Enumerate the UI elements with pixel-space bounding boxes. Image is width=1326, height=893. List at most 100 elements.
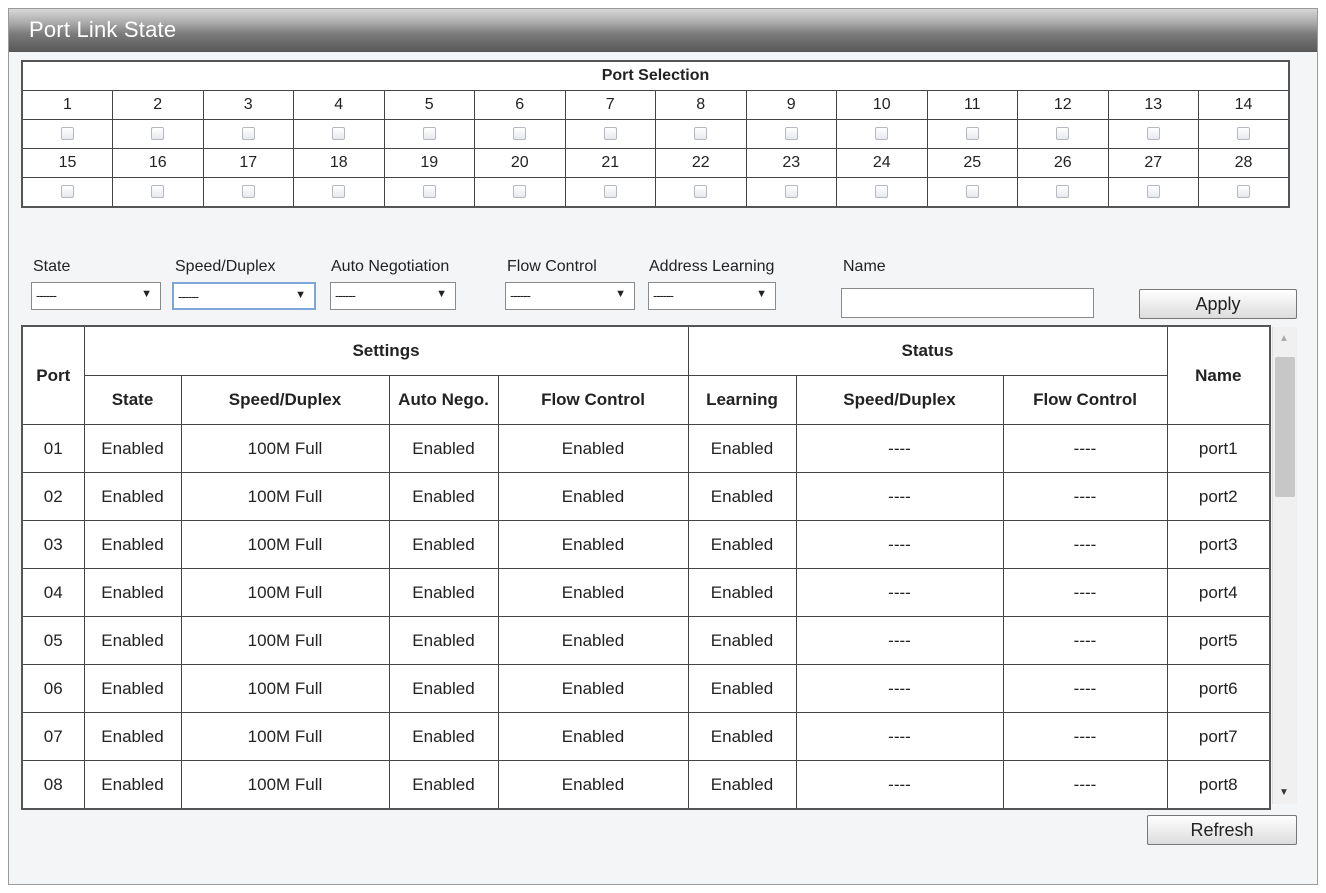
status-speed-duplex-cell: ----	[795, 712, 1004, 761]
flow-control-cell: Enabled	[497, 568, 689, 617]
status-speed-duplex-cell: ----	[795, 664, 1004, 713]
state-cell: Enabled	[83, 760, 182, 810]
port-selection-header: Port Selection	[21, 60, 1290, 91]
table-row: 04 Enabled 100M Full Enabled Enabled Enabled -…	[21, 568, 1271, 617]
port-number: 25	[926, 148, 1018, 178]
speed-duplex-select[interactable]: ------ ▼	[172, 282, 316, 310]
port-checkbox[interactable]	[1237, 185, 1250, 199]
table-row: 05 Enabled 100M Full Enabled Enabled Enabled -…	[21, 616, 1271, 665]
status-flow-control-cell: ----	[1002, 664, 1168, 713]
port-cell: 05	[21, 616, 85, 665]
status-flow-control-cell: ----	[1002, 568, 1168, 617]
col-flow-control: Flow Control	[497, 375, 689, 425]
port-checkbox[interactable]	[1146, 185, 1160, 199]
port-checkbox[interactable]	[241, 185, 255, 199]
speed-duplex-cell: 100M Full	[180, 664, 390, 713]
port-checkbox[interactable]	[151, 185, 165, 199]
flow-control-cell: Enabled	[497, 520, 689, 569]
address-learning-select-value: ------	[653, 288, 674, 303]
flow-control-select[interactable]: ------ ▼	[505, 282, 635, 310]
name-cell: port8	[1166, 760, 1271, 810]
port-checkbox[interactable]	[875, 185, 889, 199]
port-checkbox[interactable]	[513, 127, 527, 141]
port-checkbox[interactable]	[1237, 127, 1250, 141]
port-number: 9	[745, 90, 837, 120]
port-checkbox-cell	[1198, 119, 1290, 149]
port-number: 11	[926, 90, 1018, 120]
port-checkbox[interactable]	[151, 127, 165, 141]
port-checkbox[interactable]	[965, 185, 979, 199]
port-checkbox[interactable]	[61, 185, 74, 199]
port-checkbox[interactable]	[513, 185, 527, 199]
auto-nego-cell: Enabled	[388, 472, 499, 521]
port-checkbox[interactable]	[1056, 127, 1070, 141]
name-cell: port4	[1166, 568, 1271, 617]
port-selection-table: Port Selection 1 2 3 4 5 6 7 8 9 10 11 12 13 14 15 16 1…	[21, 60, 1290, 208]
port-number: 7	[564, 90, 656, 120]
port-checkbox[interactable]	[603, 185, 617, 199]
scrollbar-thumb[interactable]	[1275, 357, 1295, 497]
port-checkbox[interactable]	[694, 127, 708, 141]
port-checkbox-cell	[112, 177, 204, 208]
learning-cell: Enabled	[687, 424, 797, 473]
status-speed-duplex-cell: ----	[795, 616, 1004, 665]
learning-cell: Enabled	[687, 712, 797, 761]
status-flow-control-cell: ----	[1002, 712, 1168, 761]
auto-negotiation-select[interactable]: ------ ▼	[330, 282, 456, 310]
port-number: 24	[836, 148, 928, 178]
port-checkbox[interactable]	[603, 127, 617, 141]
port-checkbox[interactable]	[1056, 185, 1070, 199]
port-cell: 04	[21, 568, 85, 617]
table-row: 07 Enabled 100M Full Enabled Enabled Enabled -…	[21, 712, 1271, 761]
port-checkbox[interactable]	[332, 127, 346, 141]
name-cell: port3	[1166, 520, 1271, 569]
state-cell: Enabled	[83, 472, 182, 521]
port-checkbox-cell	[745, 119, 837, 149]
port-checkbox[interactable]	[1146, 127, 1160, 141]
status-speed-duplex-cell: ----	[795, 424, 1004, 473]
status-flow-control-cell: ----	[1002, 520, 1168, 569]
port-checkbox[interactable]	[241, 127, 255, 141]
speed-duplex-cell: 100M Full	[180, 712, 390, 761]
port-checkbox-cell	[564, 177, 656, 208]
port-checkbox-cell	[293, 119, 385, 149]
speed-duplex-cell: 100M Full	[180, 616, 390, 665]
state-cell: Enabled	[83, 712, 182, 761]
state-select[interactable]: ------ ▼	[31, 282, 161, 310]
status-flow-control-cell: ----	[1002, 760, 1168, 810]
state-select-value: ------	[36, 288, 57, 303]
status-speed-duplex-cell: ----	[795, 472, 1004, 521]
scroll-up-arrow-icon[interactable]: ▲	[1279, 333, 1289, 344]
port-checkbox[interactable]	[784, 127, 798, 141]
port-checkbox[interactable]	[61, 127, 74, 141]
address-learning-select[interactable]: ------ ▼	[648, 282, 776, 310]
port-checkbox[interactable]	[422, 185, 436, 199]
auto-nego-cell: Enabled	[388, 520, 499, 569]
port-checkbox[interactable]	[694, 185, 708, 199]
name-cell: port7	[1166, 712, 1271, 761]
port-number: 17	[202, 148, 294, 178]
address-learning-label: Address Learning	[649, 258, 775, 275]
apply-button[interactable]: Apply	[1139, 289, 1297, 319]
port-checkbox[interactable]	[422, 127, 436, 141]
port-number: 28	[1198, 148, 1290, 178]
status-speed-duplex-cell: ----	[795, 760, 1004, 810]
port-checkbox-cell	[474, 119, 566, 149]
table-scrollbar[interactable]: ▲ ▼	[1272, 327, 1297, 804]
auto-negotiation-select-value: ------	[335, 288, 356, 303]
scroll-down-arrow-icon[interactable]: ▼	[1279, 787, 1289, 798]
refresh-button[interactable]: Refresh	[1147, 815, 1297, 845]
port-checkbox[interactable]	[784, 185, 798, 199]
port-checkbox-cell	[926, 177, 1018, 208]
name-input[interactable]	[841, 288, 1094, 318]
port-checkbox[interactable]	[332, 185, 346, 199]
status-speed-duplex-cell: ----	[795, 520, 1004, 569]
chevron-down-icon: ▼	[615, 288, 626, 300]
port-number: 18	[293, 148, 385, 178]
port-checkbox[interactable]	[875, 127, 889, 141]
status-flow-control-cell: ----	[1002, 616, 1168, 665]
settings-header: Settings	[83, 325, 689, 376]
port-checkbox[interactable]	[965, 127, 979, 141]
flow-control-cell: Enabled	[497, 712, 689, 761]
port-checkbox-cell	[293, 177, 385, 208]
